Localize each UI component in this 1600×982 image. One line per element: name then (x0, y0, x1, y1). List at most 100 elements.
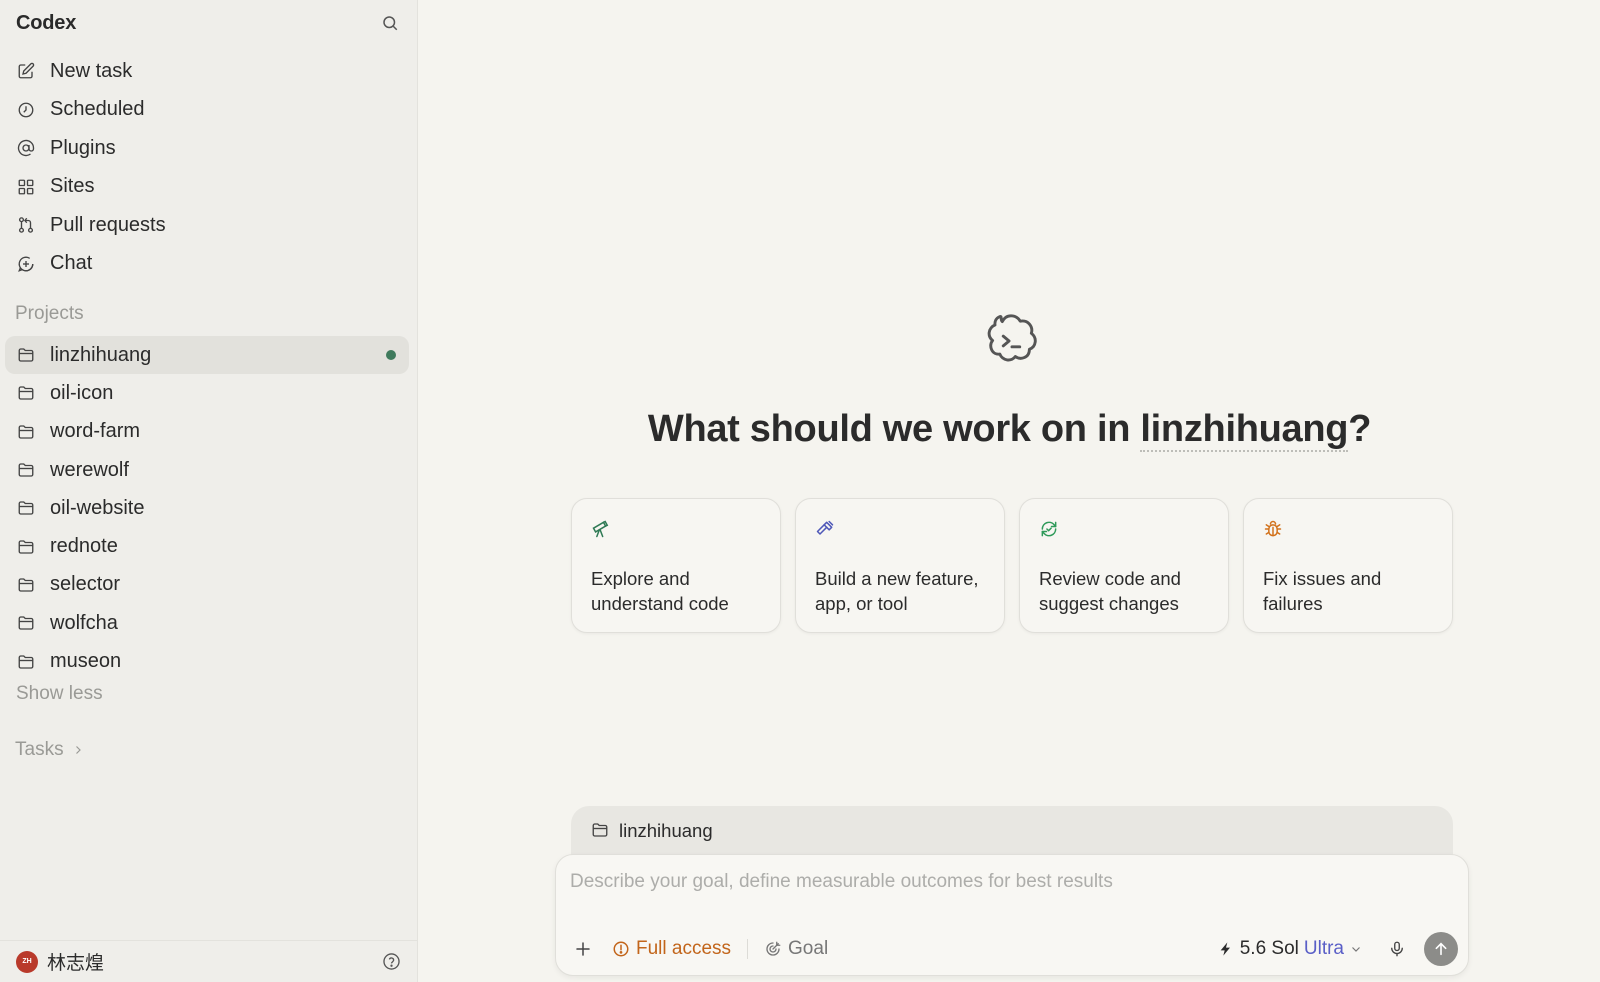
bolt-icon (1218, 940, 1234, 958)
folder-icon (16, 383, 36, 403)
nav-item-scheduled[interactable]: Scheduled (5, 91, 409, 130)
nav-item-label: Pull requests (50, 213, 166, 236)
chevron-right-icon (72, 744, 84, 756)
nav-item-pull-requests[interactable]: Pull requests (5, 206, 409, 245)
help-icon[interactable] (380, 951, 402, 973)
suggestion-card-text: Fix issues and failures (1263, 568, 1382, 614)
headline-prefix: What should we work on in (647, 408, 1141, 450)
bug-icon (1263, 519, 1283, 539)
model-selector[interactable]: 5.6 Sol Ultra (1218, 938, 1362, 960)
codex-logo-icon (980, 310, 1042, 372)
nav-item-plugins[interactable]: Plugins (5, 129, 409, 168)
folder-icon (591, 821, 611, 841)
microphone-button[interactable] (1384, 936, 1410, 962)
project-label: museon (50, 650, 122, 673)
refresh-icon (1039, 519, 1059, 539)
tasks-label: Tasks (15, 739, 64, 760)
at-sign-icon (16, 138, 36, 158)
avatar: ZH (16, 950, 38, 973)
suggestion-card-fix[interactable]: Fix issues and failures (1243, 498, 1453, 633)
goal-button[interactable]: Goal (764, 938, 828, 960)
clock-icon (16, 100, 36, 120)
sidebar-header: Codex (16, 10, 401, 36)
tasks-section-toggle[interactable]: Tasks (15, 739, 84, 761)
project-label: word-farm (50, 420, 141, 443)
project-item-linzhihuang[interactable]: linzhihuang (5, 336, 409, 375)
suggestion-cards: Explore and understand code Build a new … (571, 498, 1453, 633)
arrow-up-icon (1435, 942, 1447, 956)
page-title: What should we work on in linzhihuang? (419, 408, 1600, 452)
app-title: Codex (16, 11, 77, 34)
project-label: linzhihuang (50, 343, 152, 366)
project-item-oil-icon[interactable]: oil-icon (5, 374, 409, 412)
nav-item-chat[interactable]: Chat (5, 245, 409, 284)
suggestion-card-text: Explore and understand code (591, 568, 729, 614)
project-item-rednote[interactable]: rednote (5, 527, 409, 565)
projects-heading: Projects (15, 303, 84, 324)
nav-item-sites[interactable]: Sites (5, 168, 409, 207)
folder-icon (16, 575, 36, 595)
folder-icon (16, 345, 36, 365)
project-item-word-farm[interactable]: word-farm (5, 413, 409, 451)
nav-item-new-task[interactable]: New task (5, 52, 409, 91)
folder-icon (16, 422, 36, 442)
target-icon (764, 940, 782, 958)
model-name: 5.6 Sol (1239, 938, 1299, 959)
edit-icon (16, 61, 36, 81)
model-variant: Ultra (1303, 938, 1344, 959)
user-name: 林志煌 (47, 952, 105, 974)
folder-icon (16, 652, 36, 672)
telescope-icon (591, 519, 611, 539)
project-label: oil-website (50, 496, 145, 519)
suggestion-card-explore[interactable]: Explore and understand code (571, 498, 781, 633)
nav-item-label: Plugins (50, 136, 116, 159)
nav-item-label: Scheduled (50, 98, 145, 121)
folder-icon (16, 460, 36, 480)
active-status-dot (386, 350, 396, 360)
nav-item-label: Chat (50, 252, 93, 275)
project-item-selector[interactable]: selector (5, 566, 409, 604)
prompt-input[interactable] (570, 867, 1450, 897)
project-item-werewolf[interactable]: werewolf (5, 451, 409, 489)
show-less-link[interactable]: Show less (16, 683, 103, 705)
toolbar-divider (747, 939, 749, 959)
suggestion-card-review[interactable]: Review code and suggest changes (1019, 498, 1229, 633)
folder-icon (16, 498, 36, 518)
main-panel: What should we work on in linzhihuang? E… (419, 0, 1600, 982)
project-item-oil-website[interactable]: oil-website (5, 489, 409, 527)
folder-icon (16, 537, 36, 557)
access-mode-button[interactable]: Full access (612, 938, 731, 960)
send-button[interactable] (1424, 932, 1458, 966)
suggestion-card-build[interactable]: Build a new feature, app, or tool (795, 498, 1005, 633)
project-list: linzhihuang oil-icon word-farm werewolf (5, 336, 409, 681)
main-nav: New task Scheduled Plugins Sites Pull re… (5, 52, 409, 283)
suggestion-card-text: Build a new feature, app, or tool (815, 568, 979, 614)
nav-item-label: New task (50, 59, 133, 82)
folder-icon (16, 613, 36, 633)
project-label: wolfcha (50, 611, 118, 634)
project-label: werewolf (50, 458, 129, 481)
access-mode-label: Full access (636, 938, 732, 959)
project-label: oil-icon (50, 381, 114, 404)
composer-toolbar: Full access Goal 5.6 Sol Ultra (570, 931, 1458, 967)
project-item-museon[interactable]: museon (5, 642, 409, 680)
microphone-icon (1391, 941, 1403, 957)
context-project-label: linzhihuang (619, 820, 713, 841)
project-label: rednote (50, 535, 118, 558)
chat-plus-icon (16, 254, 36, 274)
search-icon[interactable] (379, 12, 401, 34)
sidebar: Codex New task Scheduled Plugins Sites P… (0, 0, 418, 982)
alert-circle-icon (612, 940, 630, 958)
nav-item-label: Sites (50, 175, 95, 198)
grid-icon (16, 177, 36, 197)
hammer-icon (815, 519, 835, 539)
goal-label: Goal (788, 938, 829, 959)
composer-toolbar-left: Full access Goal (570, 936, 828, 962)
add-attachment-button[interactable] (570, 936, 596, 962)
chevron-down-icon (1350, 943, 1362, 955)
headline-project-selector[interactable]: linzhihuang (1140, 408, 1348, 452)
suggestion-card-text: Review code and suggest changes (1039, 568, 1181, 614)
user-profile[interactable]: ZH 林志煌 (16, 948, 104, 975)
project-item-wolfcha[interactable]: wolfcha (5, 604, 409, 642)
headline-suffix: ? (1348, 408, 1372, 450)
